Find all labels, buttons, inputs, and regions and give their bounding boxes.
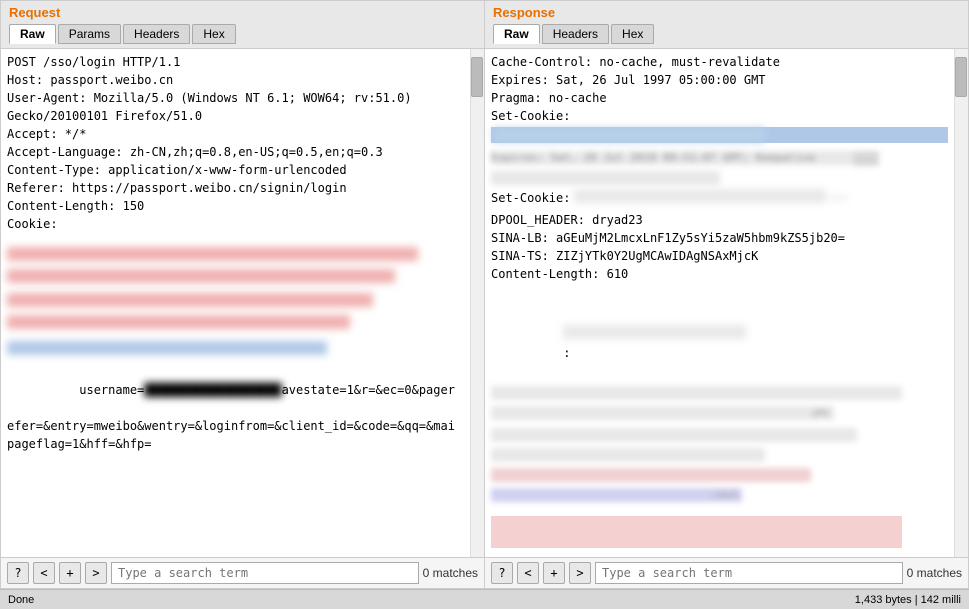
req-redacted-4 [7,315,350,329]
resp-line-1: Cache-Control: no-cache, must-revalidate [491,53,948,71]
req-line-2: Host: passport.weibo.cn [7,71,464,89]
request-content[interactable]: POST /sso/login HTTP/1.1 Host: passport.… [1,49,470,557]
resp-redacted-1: Expires: Sat, 26 Jul 2019 09:51:07 GMT; … [491,151,879,165]
tab-headers-response[interactable]: Headers [542,24,609,44]
req-line-3: User-Agent: Mozilla/5.0 (Windows NT 6.1;… [7,89,464,107]
response-panel: Response Raw Headers Hex Cache-Control: … [484,0,969,589]
tab-raw-request[interactable]: Raw [9,24,56,44]
resp-setcookie-1 [491,127,948,143]
response-tabs: Raw Headers Hex [493,24,960,44]
status-bar: Done 1,433 bytes | 142 milli [0,589,969,609]
req-body-blurred: ███████████████████ [144,383,281,397]
resp-line-setcookie2: Set-Cookie: ... [491,189,948,207]
req-line-10: Cookie: [7,215,464,233]
tab-hex-response[interactable]: Hex [611,24,654,44]
response-header: Response Raw Headers Hex [485,1,968,49]
resp-line-10: : [491,289,948,380]
resp-redacted-8: .cket [491,488,742,502]
tab-hex-request[interactable]: Hex [192,24,235,44]
req-redacted-5 [7,341,327,355]
response-content-area: Cache-Control: no-cache, must-revalidate… [485,49,968,557]
req-redacted-2 [7,269,395,283]
req-line-8: Referer: https://passport.weibo.cn/signi… [7,179,464,197]
tab-params-request[interactable]: Params [58,24,121,44]
resp-line-7: SINA-TS: ZIZjYTk0Y2UgMCAwIDAgNSAxMjcK [491,247,948,265]
req-line-5: Accept: */* [7,125,464,143]
req-body-2: efer=&entry=mweibo&wentry=&loginfrom=&cl… [7,417,464,435]
request-match-count: 0 matches [423,566,478,580]
request-help-button[interactable]: ? [7,562,29,584]
response-match-count: 0 matches [907,566,962,580]
resp-line-6: SINA-LB: aGEuMjM2LmcxLnF1Zy5sYi5zaW5hbm9… [491,229,948,247]
request-tabs: Raw Params Headers Hex [9,24,476,44]
resp-cookie-blurred-2 [574,189,825,203]
resp-redacted-4: yMz [491,406,834,420]
resp-redacted-7 [491,468,811,482]
resp-pink-block [491,516,902,548]
request-search-input[interactable] [111,562,419,584]
req-line-1: POST /sso/login HTTP/1.1 [7,53,464,71]
req-line-7: Content-Type: application/x-www-form-url… [7,161,464,179]
request-add-button[interactable]: + [59,562,81,584]
req-line-4: Gecko/20100101 Firefox/51.0 [7,107,464,125]
tab-raw-response[interactable]: Raw [493,24,540,44]
req-body-3: pageflag=1&hff=&hfp= [7,435,464,453]
response-title: Response [493,5,960,20]
resp-cookie-blurred-3: ... [830,189,848,207]
response-content[interactable]: Cache-Control: no-cache, must-revalidate… [485,49,954,557]
request-panel: Request Raw Params Headers Hex POST /sso… [0,0,484,589]
resp-line-5: DPOOL_HEADER: dryad23 [491,211,948,229]
response-help-button[interactable]: ? [491,562,513,584]
request-next-button[interactable]: > [85,562,107,584]
req-body-username: username= [79,383,144,397]
response-search-input[interactable] [595,562,903,584]
resp-json-blurred [563,325,746,339]
req-redacted-1 [7,247,418,261]
request-title: Request [9,5,476,20]
response-prev-button[interactable]: < [517,562,539,584]
response-scroll-thumb[interactable] [955,57,967,97]
response-footer: ? < + > 0 matches [485,557,968,588]
response-next-button[interactable]: > [569,562,591,584]
resp-line-3: Pragma: no-cache [491,89,948,107]
resp-redacted-6 [491,448,765,462]
resp-line-4: Set-Cookie: [491,107,948,125]
req-body-suffix: avestate=1&r=&ec=0&pager [282,383,455,397]
resp-line-2: Expires: Sat, 26 Jul 1997 05:00:00 GMT [491,71,948,89]
request-footer: ? < + > 0 matches [1,557,484,588]
status-left: Done [8,594,34,606]
request-header: Request Raw Params Headers Hex [1,1,484,49]
request-content-area: POST /sso/login HTTP/1.1 Host: passport.… [1,49,484,557]
resp-line-end: 5iZ. }, loginresulturl : [491,556,948,557]
response-add-button[interactable]: + [543,562,565,584]
response-scrollbar[interactable] [954,49,968,557]
resp-cookie-blurred-1 [493,128,765,142]
req-body-1: username=███████████████████avestate=1&r… [7,363,464,417]
request-prev-button[interactable]: < [33,562,55,584]
resp-line-8: Content-Length: 610 [491,265,948,283]
tab-headers-request[interactable]: Headers [123,24,190,44]
req-line-9: Content-Length: 150 [7,197,464,215]
request-scroll-thumb[interactable] [471,57,483,97]
resp-redacted-2 [491,171,720,185]
req-redacted-3 [7,293,373,307]
resp-redacted-5 [491,428,857,442]
resp-redacted-3 [491,386,902,400]
status-right: 1,433 bytes | 142 milli [855,594,961,606]
req-line-6: Accept-Language: zh-CN,zh;q=0.8,en-US;q=… [7,143,464,161]
request-scrollbar[interactable] [470,49,484,557]
